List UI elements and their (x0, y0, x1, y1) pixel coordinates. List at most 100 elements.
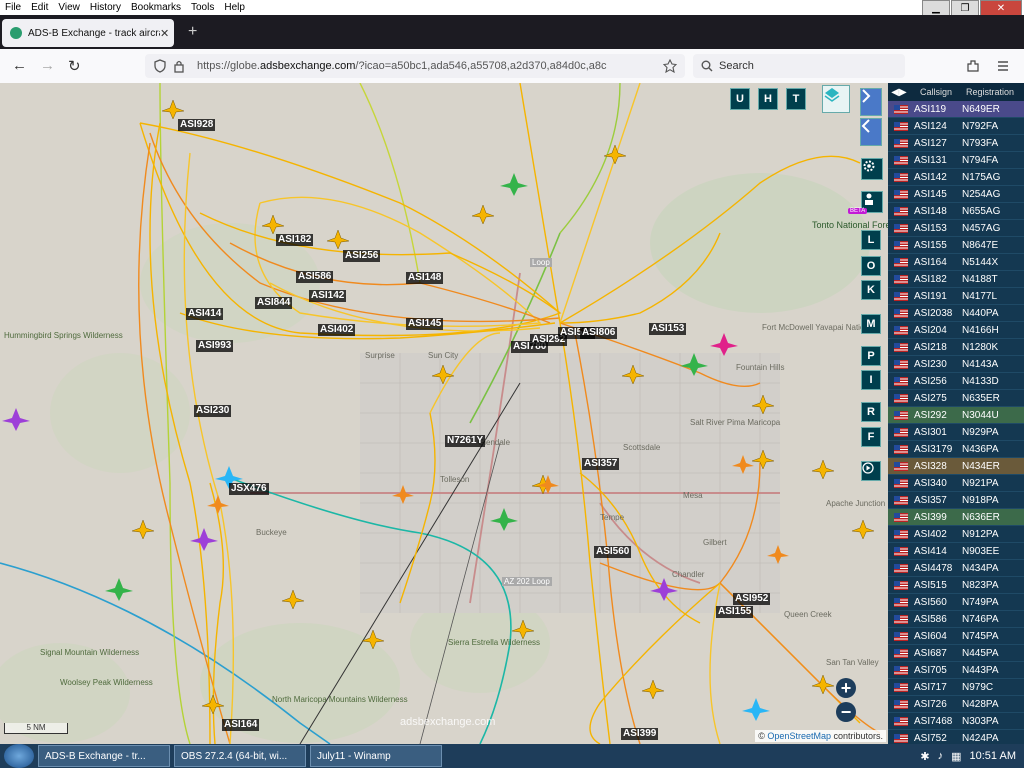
table-row[interactable]: ASI399 N636ER (888, 509, 1024, 526)
forward-button[interactable]: → (40, 57, 55, 74)
menu-edit[interactable]: Edit (26, 2, 53, 13)
taskbar-obs[interactable]: OBS 27.2.4 (64-bit, wi... (174, 745, 306, 767)
lock-icon[interactable] (173, 59, 185, 73)
aircraft-label[interactable]: ASI414 (186, 308, 224, 320)
bluetooth-icon[interactable]: ✱ (920, 750, 929, 763)
table-row[interactable]: ASI705 N443PA (888, 662, 1024, 679)
table-row[interactable]: ASI604 N745PA (888, 628, 1024, 645)
bookmark-star-icon[interactable] (663, 59, 677, 73)
table-row[interactable]: ASI145 N254AG (888, 186, 1024, 203)
table-row[interactable]: ASI560 N749PA (888, 594, 1024, 611)
header-registration[interactable]: Registration (962, 87, 1018, 97)
taskbar-firefox[interactable]: ADS-B Exchange - tr... (38, 745, 170, 767)
toggle-r-button[interactable]: R (861, 402, 881, 422)
aircraft-label[interactable]: ASI182 (276, 234, 314, 246)
table-row[interactable]: ASI328 N434ER (888, 458, 1024, 475)
toggle-l-button[interactable]: L (861, 230, 881, 250)
table-row[interactable]: ASI292 N3044U (888, 407, 1024, 424)
table-row[interactable]: ASI726 N428PA (888, 696, 1024, 713)
start-button[interactable] (4, 744, 34, 768)
menu-view[interactable]: View (53, 2, 85, 13)
clock[interactable]: 10:51 AM (970, 750, 1016, 762)
tab-adsb[interactable]: ADS-B Exchange - track aircraft ✕ (2, 19, 174, 47)
menu-tools[interactable]: Tools (186, 2, 219, 13)
table-row[interactable]: ASI301 N929PA (888, 424, 1024, 441)
taskbar-winamp[interactable]: July11 - Winamp (310, 745, 442, 767)
table-row[interactable]: ASI4478 N434PA (888, 560, 1024, 577)
table-row[interactable]: ASI155 N8647E (888, 237, 1024, 254)
table-row[interactable]: ASI119 N649ER (888, 101, 1024, 118)
table-row[interactable]: ASI142 N175AG (888, 169, 1024, 186)
table-row[interactable]: ASI687 N445PA (888, 645, 1024, 662)
header-callsign[interactable]: Callsign (910, 87, 962, 97)
layers-button[interactable] (822, 85, 850, 113)
aircraft-label[interactable]: N7261Y (445, 435, 486, 447)
zoom-out-button[interactable]: − (836, 702, 856, 722)
aircraft-label[interactable]: ASI402 (318, 324, 356, 336)
expand-sidebar-button[interactable] (860, 88, 882, 116)
close-window-button[interactable]: ✕ (980, 0, 1022, 16)
table-row[interactable]: ASI230 N4143A (888, 356, 1024, 373)
menu-help[interactable]: Help (219, 2, 250, 13)
aircraft-label[interactable]: ASI560 (594, 546, 632, 558)
aircraft-label[interactable]: ASI928 (178, 119, 216, 131)
table-row[interactable]: ASI204 N4166H (888, 322, 1024, 339)
table-row[interactable]: ASI357 N918PA (888, 492, 1024, 509)
table-row[interactable]: ASI275 N635ER (888, 390, 1024, 407)
openstreetmap-link[interactable]: OpenStreetMap (767, 731, 831, 741)
new-tab-button[interactable]: + (188, 23, 197, 41)
aircraft-label[interactable]: ASI357 (582, 458, 620, 470)
toggle-m-button[interactable]: M (861, 314, 881, 334)
maximize-button[interactable]: ❐ (951, 0, 979, 16)
table-row[interactable]: ASI218 N1280K (888, 339, 1024, 356)
network-icon[interactable]: ▦ (951, 750, 961, 763)
table-row[interactable]: ASI515 N823PA (888, 577, 1024, 594)
toggle-k-button[interactable]: K (861, 280, 881, 300)
table-row[interactable]: ASI717 N979C (888, 679, 1024, 696)
tracking-shield-icon[interactable] (153, 59, 167, 73)
flight-map[interactable]: Surprise Sun City Glendale Scottsdale Me… (0, 83, 888, 744)
url-bar[interactable]: https://globe.adsbexchange.com/?icao=a50… (145, 54, 685, 78)
table-row[interactable]: ASI182 N4188T (888, 271, 1024, 288)
aircraft-label[interactable]: ASI586 (296, 271, 334, 283)
table-row[interactable]: ASI2038 N440PA (888, 305, 1024, 322)
extensions-icon[interactable] (966, 59, 980, 73)
aircraft-label[interactable]: ASI145 (406, 318, 444, 330)
menu-history[interactable]: History (85, 2, 126, 13)
table-row[interactable]: ASI256 N4133D (888, 373, 1024, 390)
table-row[interactable]: ASI164 N5144X (888, 254, 1024, 271)
table-row[interactable]: ASI153 N457AG (888, 220, 1024, 237)
aircraft-label[interactable]: ASI993 (196, 340, 234, 352)
aircraft-label[interactable]: ASI806 (580, 327, 618, 339)
toggle-f-button[interactable]: F (861, 427, 881, 447)
sort-arrows-icon[interactable]: ◀▶ (888, 87, 910, 98)
volume-icon[interactable]: ♪ (938, 750, 944, 762)
aircraft-label[interactable]: ASI844 (255, 297, 293, 309)
menu-hamburger-icon[interactable] (996, 59, 1010, 73)
aircraft-label[interactable]: ASI164 (222, 719, 260, 731)
toggle-o-button[interactable]: O (861, 256, 881, 276)
collapse-sidebar-button[interactable] (860, 118, 882, 146)
settings-button[interactable] (861, 158, 883, 180)
table-row[interactable]: ASI7468 N303PA (888, 713, 1024, 730)
table-row[interactable]: ASI3179 N436PA (888, 441, 1024, 458)
aircraft-label[interactable]: ASI952 (733, 593, 771, 605)
aircraft-label[interactable]: ASI399 (621, 728, 659, 740)
menu-file[interactable]: File (0, 2, 26, 13)
table-row[interactable]: ASI340 N921PA (888, 475, 1024, 492)
table-row[interactable]: ASI148 N655AG (888, 203, 1024, 220)
search-box[interactable]: Search (693, 54, 905, 78)
table-row[interactable]: ASI127 N793FA (888, 135, 1024, 152)
aircraft-label[interactable]: ASI155 (716, 606, 754, 618)
aircraft-label[interactable]: ASI230 (194, 405, 232, 417)
aircraft-label[interactable]: ASI256 (343, 250, 381, 262)
aircraft-label[interactable]: JSX476 (229, 483, 269, 495)
replay-button[interactable] (861, 461, 881, 481)
table-row[interactable]: ASI752 N424PA (888, 730, 1024, 744)
toggle-i-button[interactable]: I (861, 370, 881, 390)
table-row[interactable]: ASI586 N746PA (888, 611, 1024, 628)
aircraft-label[interactable]: ASI153 (649, 323, 687, 335)
toggle-h-button[interactable]: H (758, 88, 778, 110)
menu-bookmarks[interactable]: Bookmarks (126, 2, 186, 13)
zoom-in-button[interactable]: + (836, 678, 856, 698)
